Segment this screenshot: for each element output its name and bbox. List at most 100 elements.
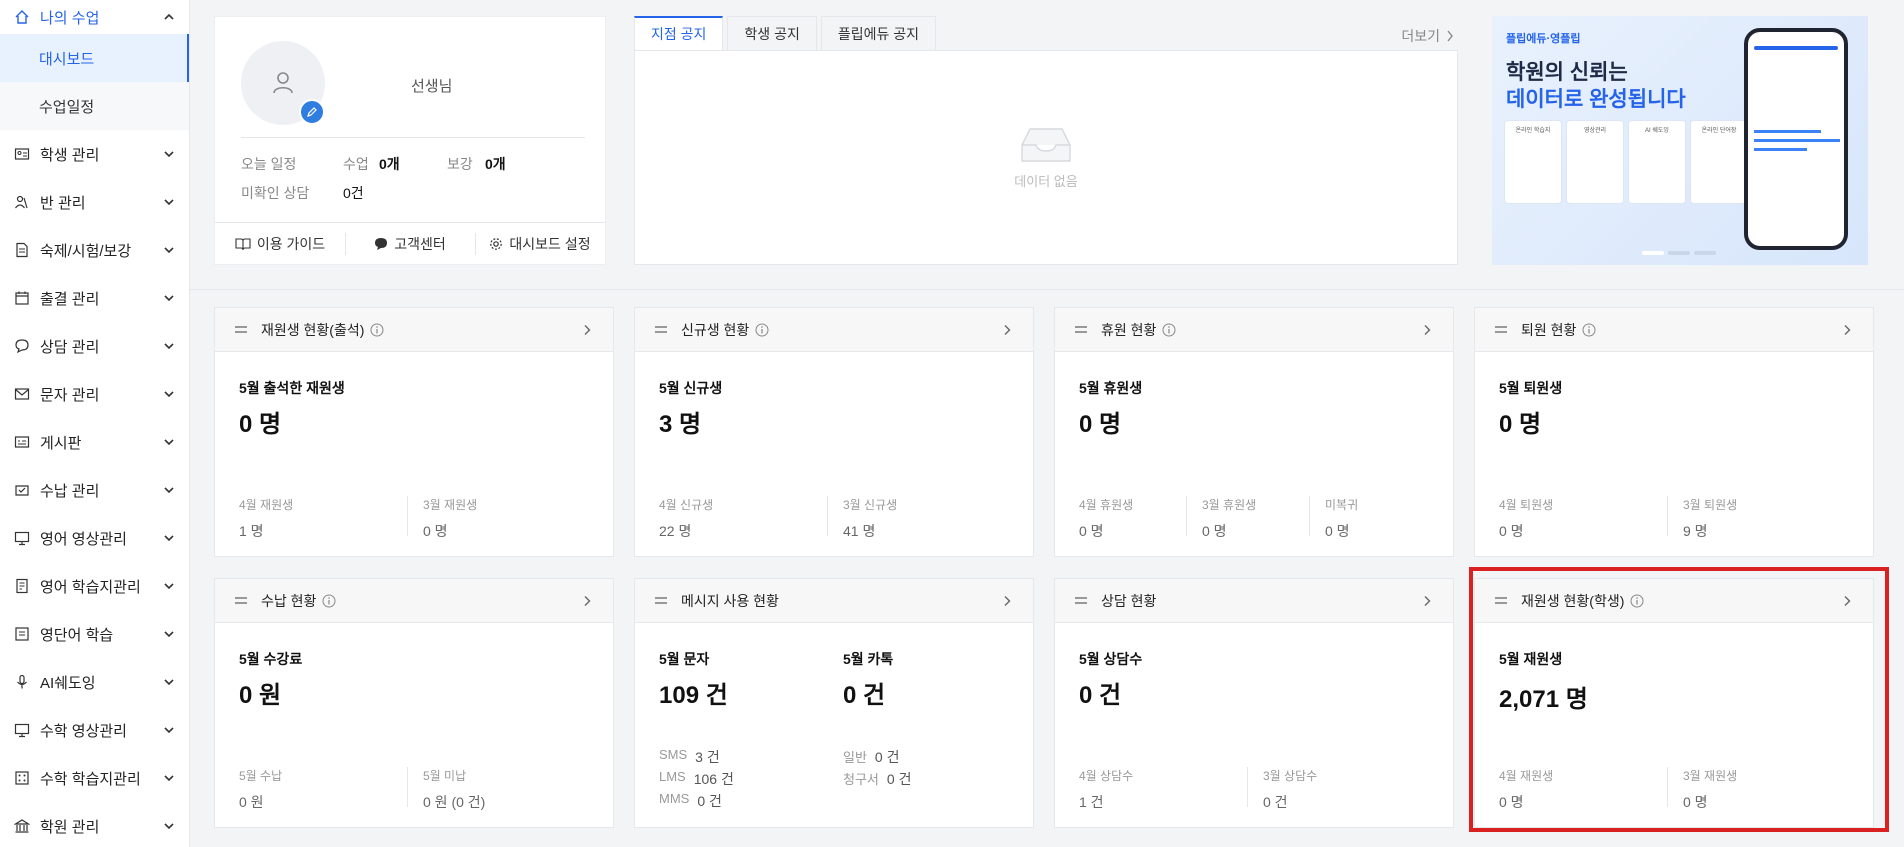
unread-consult-count: 0건 xyxy=(343,185,364,201)
mail-icon xyxy=(14,386,30,402)
info-icon[interactable] xyxy=(370,323,384,337)
info-icon[interactable] xyxy=(1582,323,1596,337)
message-row: LMS 106 건 xyxy=(659,769,734,787)
banner-title-line1: 학원의 신뢰는 xyxy=(1506,61,1628,84)
sidebar-item[interactable]: 반 관리 xyxy=(0,178,189,226)
sidebar-sub-item-dashboard[interactable]: 대시보드 xyxy=(0,34,189,82)
pencil-icon xyxy=(307,107,317,117)
sub-stat-label: 4월 휴원생 xyxy=(1079,498,1134,512)
sub-stat: 5월 미납 0 원 (0 건) xyxy=(423,767,485,812)
chevron-right-icon[interactable] xyxy=(1841,324,1853,336)
chevron-down-icon xyxy=(163,484,175,496)
stat-card: 상담 현황 5월 상담수 0 건 4월 상담수 1 건 3월 상담수 0 건 xyxy=(1054,578,1454,828)
drag-handle-icon[interactable] xyxy=(655,326,667,333)
chevron-right-icon[interactable] xyxy=(581,324,593,336)
drag-handle-icon[interactable] xyxy=(655,597,667,604)
chevron-right-icon[interactable] xyxy=(1421,595,1433,607)
card-title: 휴원 현황 xyxy=(1101,321,1157,338)
sidebar-item[interactable]: 학생 관리 xyxy=(0,130,189,178)
makeup-label: 보강 xyxy=(447,156,473,172)
chevron-right-icon[interactable] xyxy=(1421,324,1433,336)
edit-profile-button[interactable] xyxy=(299,99,325,125)
sidebar-item-label: 영어 학습지관리 xyxy=(40,578,141,596)
divider xyxy=(1247,767,1248,807)
more-link[interactable]: 더보기 xyxy=(1401,26,1454,46)
chevron-right-icon xyxy=(1447,30,1453,42)
sidebar-item[interactable]: 출결 관리 xyxy=(0,274,189,322)
main-stat-label: 5월 신규생 xyxy=(659,380,723,396)
card-header[interactable]: 상담 현황 xyxy=(1055,579,1453,623)
chevron-right-icon[interactable] xyxy=(581,595,593,607)
sidebar-item[interactable]: 수납 관리 xyxy=(0,466,189,514)
chevron-down-icon xyxy=(163,292,175,304)
card-header[interactable]: 신규생 현황 xyxy=(635,308,1033,352)
drag-handle-icon[interactable] xyxy=(1075,326,1087,333)
main-stat-value: 0 명 xyxy=(239,411,282,438)
card-header[interactable]: 재원생 현황(출석) xyxy=(215,308,613,352)
drag-handle-icon[interactable] xyxy=(1495,326,1507,333)
sidebar-item-label: 학원 관리 xyxy=(40,818,100,836)
info-icon[interactable] xyxy=(322,594,336,608)
info-icon[interactable] xyxy=(1162,323,1176,337)
sidebar-item-my-class[interactable]: 나의 수업 xyxy=(0,0,189,34)
sub-stat: 3월 신규생 41 명 xyxy=(843,496,897,541)
sub-stat-value: 0 명 xyxy=(1079,523,1104,539)
promo-banner[interactable]: 플립에듀·영플립 학원의 신뢰는 데이터로 완성됩니다 온라인 학습지 영상관리… xyxy=(1492,16,1868,265)
guide-button[interactable]: 이용 가이드 xyxy=(215,223,345,264)
chevron-down-icon xyxy=(163,820,175,832)
sub-stat-value: 0 원 xyxy=(239,794,264,810)
chevron-up-icon xyxy=(163,11,175,23)
calendar-icon xyxy=(14,290,30,306)
dashboard-settings-button[interactable]: 대시보드 설정 xyxy=(475,223,605,264)
chevron-down-icon xyxy=(163,724,175,736)
card-title: 수납 현황 xyxy=(261,592,317,609)
sidebar-item[interactable]: 상담 관리 xyxy=(0,322,189,370)
card-header[interactable]: 휴원 현황 xyxy=(1055,308,1453,352)
book-icon xyxy=(14,578,30,594)
sub-stat-label: 3월 재원생 xyxy=(423,498,478,512)
chevron-down-icon xyxy=(163,628,175,640)
sidebar-sub-item-schedule[interactable]: 수업일정 xyxy=(0,82,189,130)
chevron-right-icon[interactable] xyxy=(1001,324,1013,336)
sidebar-item[interactable]: 게시판 xyxy=(0,418,189,466)
stat-card: 재원생 현황(출석) 5월 출석한 재원생 0 명 4월 재원생 1 명 3월 재원생 0 … xyxy=(214,307,614,557)
main-stat-label: 5월 문자 xyxy=(659,651,710,667)
chevron-right-icon[interactable] xyxy=(1001,595,1013,607)
sidebar-item-label: 문자 관리 xyxy=(40,386,100,404)
drag-handle-icon[interactable] xyxy=(235,597,247,604)
banner-pagination[interactable] xyxy=(1642,251,1716,255)
sub-stat-value: 1 명 xyxy=(239,523,264,539)
banner-card: 온라인 학습지 xyxy=(1504,120,1562,204)
divider xyxy=(827,496,828,536)
sub-stat-value: 0 명 xyxy=(1325,523,1350,539)
sidebar-item[interactable]: 영어 학습지관리 xyxy=(0,562,189,610)
tab-flipedu-notice[interactable]: 플립에듀 공지 xyxy=(820,16,937,50)
drag-handle-icon[interactable] xyxy=(1075,597,1087,604)
tab-student-notice[interactable]: 학생 공지 xyxy=(727,16,817,50)
sub-stat: 4월 퇴원생 0 명 xyxy=(1499,496,1553,541)
sub-stat-label: 4월 신규생 xyxy=(659,498,714,512)
sidebar-item-label: 학생 관리 xyxy=(40,146,100,164)
sidebar-item[interactable]: 학원 관리 xyxy=(0,802,189,847)
card-header[interactable]: 퇴원 현황 xyxy=(1475,308,1873,352)
sidebar-item[interactable]: 수학 학습지관리 xyxy=(0,754,189,802)
support-button[interactable]: 고객센터 xyxy=(345,223,475,264)
tab-branch-notice[interactable]: 지점 공지 xyxy=(634,16,724,50)
card-title: 퇴원 현황 xyxy=(1521,321,1577,338)
sidebar-item[interactable]: 영어 영상관리 xyxy=(0,514,189,562)
sidebar-item[interactable]: 수학 영상관리 xyxy=(0,706,189,754)
sidebar-item[interactable]: 영단어 학습 xyxy=(0,610,189,658)
sub-stat-label: 5월 미납 xyxy=(423,769,467,783)
sidebar-item-label: 나의 수업 xyxy=(40,9,100,27)
info-icon[interactable] xyxy=(755,323,769,337)
sidebar-item[interactable]: 문자 관리 xyxy=(0,370,189,418)
card-header[interactable]: 메시지 사용 현황 xyxy=(635,579,1033,623)
divider xyxy=(1667,496,1668,536)
message-row: 일반 0 건 xyxy=(843,749,900,765)
message-row: 청구서 0 건 xyxy=(843,771,912,787)
sidebar-item[interactable]: AI쉐도잉 xyxy=(0,658,189,706)
card-header[interactable]: 수납 현황 xyxy=(215,579,613,623)
drag-handle-icon[interactable] xyxy=(235,326,247,333)
sidebar-item[interactable]: 숙제/시험/보강 xyxy=(0,226,189,274)
stat-card: 퇴원 현황 5월 퇴원생 0 명 4월 퇴원생 0 명 3월 퇴원생 9 명 xyxy=(1474,307,1874,557)
